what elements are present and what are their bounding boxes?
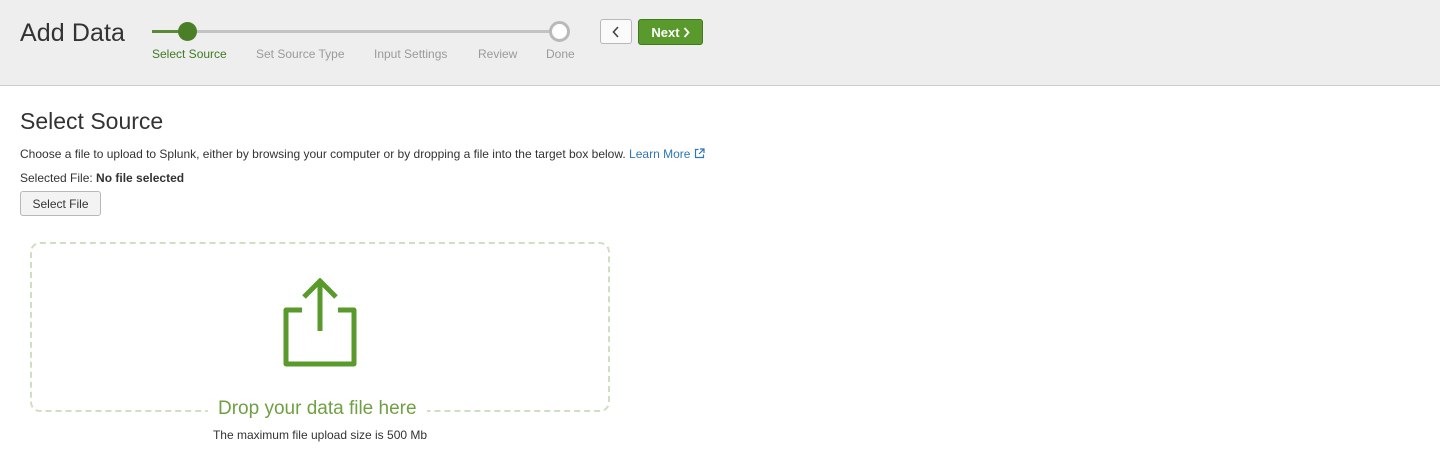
max-file-size-note: The maximum file upload size is 500 Mb bbox=[212, 428, 428, 442]
step-input-settings: Input Settings bbox=[374, 47, 448, 61]
description-text: Choose a file to upload to Splunk, eithe… bbox=[20, 147, 626, 161]
page-title: Add Data bbox=[20, 19, 126, 47]
step-done: Done bbox=[546, 47, 575, 61]
selected-file-row: Selected File: No file selected bbox=[20, 171, 184, 185]
selected-file-label: Selected File: bbox=[20, 171, 93, 185]
next-button-label: Next bbox=[651, 24, 680, 40]
chevron-right-icon bbox=[683, 26, 690, 38]
learn-more-label: Learn More bbox=[629, 147, 691, 161]
progress-stepper: Select Source Set Source Type Input Sett… bbox=[152, 18, 592, 68]
step-select-source: Select Source bbox=[152, 47, 227, 61]
source-description: Choose a file to upload to Splunk, eithe… bbox=[20, 147, 706, 161]
step-review: Review bbox=[478, 47, 518, 61]
step-indicator-current bbox=[178, 22, 197, 41]
header-bar: Add Data Select Source Set Source Type I… bbox=[0, 0, 1440, 86]
back-button[interactable] bbox=[600, 19, 632, 44]
selected-file-value: No file selected bbox=[96, 171, 185, 185]
select-file-button[interactable]: Select File bbox=[20, 191, 101, 216]
chevron-left-icon bbox=[612, 25, 619, 38]
step-set-source-type: Set Source Type bbox=[256, 47, 345, 61]
section-title: Select Source bbox=[20, 108, 164, 134]
drop-zone-label: Drop your data file here bbox=[208, 398, 427, 420]
external-link-icon bbox=[695, 148, 706, 159]
step-indicator-done bbox=[549, 21, 570, 42]
learn-more-link[interactable]: Learn More bbox=[629, 147, 706, 161]
stepper-track bbox=[152, 30, 560, 33]
next-button[interactable]: Next bbox=[638, 19, 703, 45]
upload-icon bbox=[283, 278, 357, 367]
